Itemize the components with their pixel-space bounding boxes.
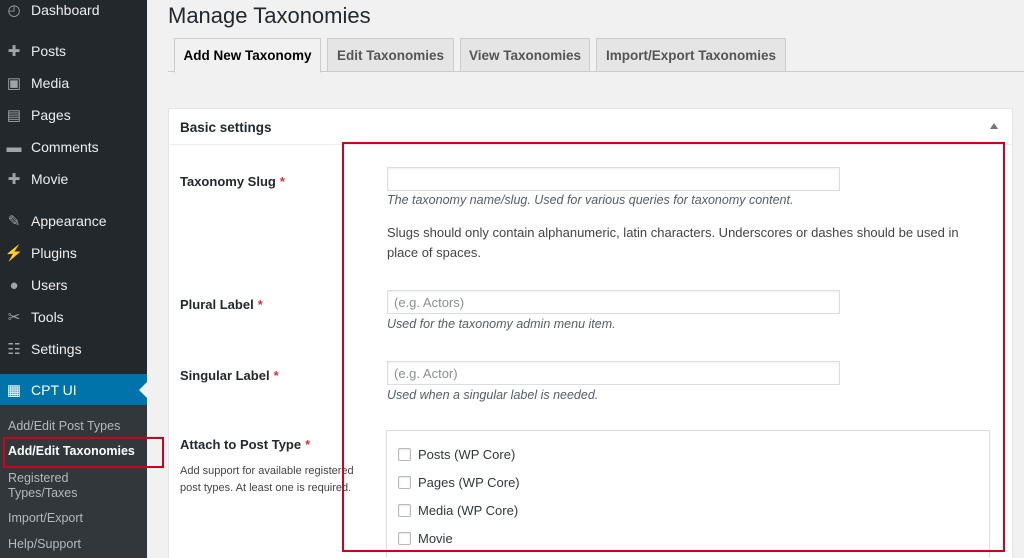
tools-icon: ✂ (7, 308, 21, 326)
tab-edit-taxonomies[interactable]: Edit Taxonomies (327, 38, 454, 72)
collapse-arrow-icon[interactable] (990, 123, 998, 129)
required-marker: * (257, 297, 263, 312)
menu-label: Users (31, 277, 68, 293)
submenu-registered[interactable]: Registered (8, 471, 68, 486)
menu-cpt-ui[interactable]: ▦ CPT UI (0, 374, 147, 406)
menu-label: Plugins (31, 245, 77, 261)
field-label: Attach to Post Type (180, 437, 302, 452)
panel-title: Basic settings (180, 120, 272, 135)
grid-icon: ▦ (6, 381, 22, 399)
menu-label: CPT UI (31, 382, 77, 398)
comments-icon: ▬ (6, 138, 22, 156)
menu-tools[interactable]: ✂ Tools (0, 302, 147, 332)
menu-users[interactable]: ● Users (0, 270, 147, 300)
menu-comments[interactable]: ▬ Comments (0, 132, 147, 162)
menu-label: Comments (31, 139, 99, 155)
panel-header[interactable]: Basic settings (169, 109, 1012, 145)
tab-import-export-taxonomies[interactable]: Import/Export Taxonomies (596, 38, 786, 72)
menu-settings[interactable]: ☷ Settings (0, 334, 147, 364)
menu-dashboard[interactable]: ◴ Dashboard (0, 0, 147, 25)
menu-plugins[interactable]: ⚡ Plugins (0, 238, 147, 268)
menu-label: Posts (31, 43, 67, 59)
cpt-ui-submenu: Add/Edit Post Types Add/Edit Taxonomies … (0, 405, 147, 558)
pin-icon: ✚ (7, 170, 21, 188)
page-title: Manage Taxonomies (168, 3, 371, 28)
menu-label: Dashboard (31, 2, 100, 18)
sidebar-highlight-box (3, 437, 164, 468)
attach-post-type-label: Attach to Post Type * (180, 437, 310, 452)
admin-sidebar: ◴ Dashboard ✚ Posts ▣ Media ▤ Pages ▬ Co… (0, 0, 147, 558)
appearance-icon: ✎ (7, 212, 21, 230)
users-icon: ● (9, 276, 19, 294)
pin-icon: ✚ (7, 42, 21, 60)
menu-posts[interactable]: ✚ Posts (0, 36, 147, 66)
menu-label: Tools (31, 309, 64, 325)
settings-icon: ☷ (7, 340, 21, 358)
required-marker: * (273, 368, 279, 383)
menu-appearance[interactable]: ✎ Appearance (0, 206, 147, 236)
menu-label: Movie (31, 171, 69, 187)
menu-pages[interactable]: ▤ Pages (0, 100, 147, 130)
required-marker: * (305, 437, 311, 452)
tab-view-taxonomies[interactable]: View Taxonomies (460, 38, 590, 72)
submenu-import-export[interactable]: Import/Export (8, 511, 83, 526)
menu-label: Settings (31, 341, 82, 357)
field-label: Plural Label (180, 297, 254, 312)
singular-label-label: Singular Label * (180, 368, 279, 383)
attach-desc-line-1: Add support for available registered (180, 465, 354, 477)
menu-media[interactable]: ▣ Media (0, 68, 147, 98)
menu-movie[interactable]: ✚ Movie (0, 164, 147, 194)
attach-desc-line-2: post types. At least one is required. (180, 482, 352, 494)
form-highlight-box (342, 142, 1005, 552)
pages-icon: ▤ (6, 106, 22, 124)
field-label: Singular Label (180, 368, 270, 383)
field-label: Taxonomy Slug (180, 174, 276, 189)
plural-label-label: Plural Label * (180, 297, 263, 312)
submenu-add-edit-post-types[interactable]: Add/Edit Post Types (8, 419, 120, 434)
taxonomy-slug-label: Taxonomy Slug * (180, 174, 285, 189)
menu-label: Appearance (31, 213, 107, 229)
menu-label: Pages (31, 107, 71, 123)
menu-label: Media (31, 75, 70, 91)
tab-add-new-taxonomy[interactable]: Add New Taxonomy (174, 38, 321, 73)
submenu-types-taxes[interactable]: Types/Taxes (8, 486, 77, 501)
submenu-help-support[interactable]: Help/Support (8, 537, 81, 552)
plugins-icon: ⚡ (4, 244, 24, 262)
media-icon: ▣ (6, 74, 22, 92)
required-marker: * (279, 174, 285, 189)
dashboard-icon: ◴ (7, 1, 21, 19)
